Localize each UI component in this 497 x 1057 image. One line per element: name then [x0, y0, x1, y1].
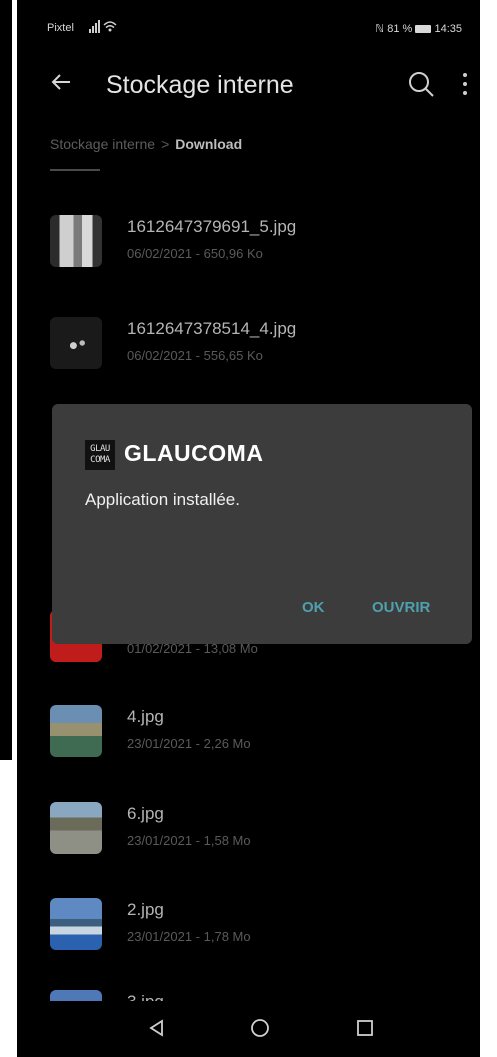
- file-thumbnail: [50, 898, 102, 950]
- breadcrumb-root[interactable]: Stockage interne: [50, 136, 155, 152]
- list-item[interactable]: 6.jpg 23/01/2021 - 1,58 Mo: [17, 802, 480, 902]
- nav-recent-button[interactable]: [355, 1018, 375, 1038]
- signal-wifi-icon: [89, 19, 129, 36]
- battery-icon: [415, 25, 432, 34]
- square-recent-icon: [357, 1020, 373, 1036]
- file-meta: 23/01/2021 - 1,78 Mo: [127, 929, 251, 944]
- file-meta: 06/02/2021 - 650,96 Ko: [127, 246, 263, 261]
- navigation-bar: [17, 1001, 480, 1057]
- nfc-icon: ℕ: [375, 23, 385, 35]
- left-edge: [0, 0, 12, 760]
- more-vertical-icon: [463, 73, 467, 95]
- breadcrumb-separator: >: [161, 136, 170, 152]
- file-name: 1612647378514_4.jpg: [127, 319, 297, 338]
- carrier-label: Pixtel: [47, 22, 74, 34]
- phone-screen: Pixtel ℕ 81 % 14:35 Stockage interne Sto…: [17, 0, 480, 1057]
- file-meta: 23/01/2021 - 1,58 Mo: [127, 833, 251, 848]
- search-icon: [409, 72, 434, 97]
- nav-back-button[interactable]: [147, 1018, 167, 1038]
- breadcrumb: Stockage interne > Download: [50, 136, 242, 152]
- clock: 14:35: [434, 23, 462, 35]
- list-item[interactable]: 4.jpg 23/01/2021 - 2,26 Mo: [17, 705, 480, 805]
- app-logo: GLAU COMA: [85, 440, 115, 470]
- dialog-app-name: GLAUCOMA: [124, 440, 264, 466]
- ok-button[interactable]: OK: [302, 599, 325, 616]
- status-right: ℕ 81 % 14:35: [375, 22, 462, 35]
- install-dialog: GLAU COMA GLAUCOMA Application installée…: [52, 404, 472, 644]
- breadcrumb-current[interactable]: Download: [175, 136, 242, 152]
- page-title: Stockage interne: [106, 71, 294, 99]
- search-button[interactable]: [406, 69, 436, 99]
- file-meta: 06/02/2021 - 556,65 Ko: [127, 348, 263, 363]
- open-button[interactable]: OUVRIR: [372, 599, 430, 616]
- list-item[interactable]: 1612647378514_4.jpg 06/02/2021 - 556,65 …: [17, 317, 480, 417]
- file-name: 4.jpg: [127, 707, 164, 726]
- arrow-left-icon: [51, 74, 70, 90]
- nav-home-button[interactable]: [250, 1018, 270, 1038]
- status-bar: Pixtel ℕ 81 % 14:35: [17, 0, 480, 56]
- file-thumbnail: [50, 705, 102, 757]
- circle-home-icon: [251, 1019, 269, 1037]
- more-button[interactable]: [460, 70, 470, 98]
- breadcrumb-divider: [50, 169, 100, 171]
- dialog-message: Application installée.: [85, 490, 240, 509]
- file-thumbnail: [50, 802, 102, 854]
- list-item[interactable]: 1612647379691_5.jpg 06/02/2021 - 650,96 …: [17, 215, 480, 315]
- file-meta: 23/01/2021 - 2,26 Mo: [127, 736, 251, 751]
- file-thumbnail: [50, 317, 102, 369]
- battery-percent: 81 %: [387, 23, 413, 35]
- file-name: 1612647379691_5.jpg: [127, 217, 297, 236]
- triangle-back-icon: [149, 1019, 163, 1037]
- list-item[interactable]: 2.jpg 23/01/2021 - 1,78 Mo: [17, 898, 480, 998]
- file-name: 6.jpg: [127, 804, 164, 823]
- file-thumbnail: [50, 215, 102, 267]
- file-name: 2.jpg: [127, 900, 164, 919]
- back-button[interactable]: [49, 70, 73, 98]
- app-bar: Stockage interne: [17, 56, 480, 116]
